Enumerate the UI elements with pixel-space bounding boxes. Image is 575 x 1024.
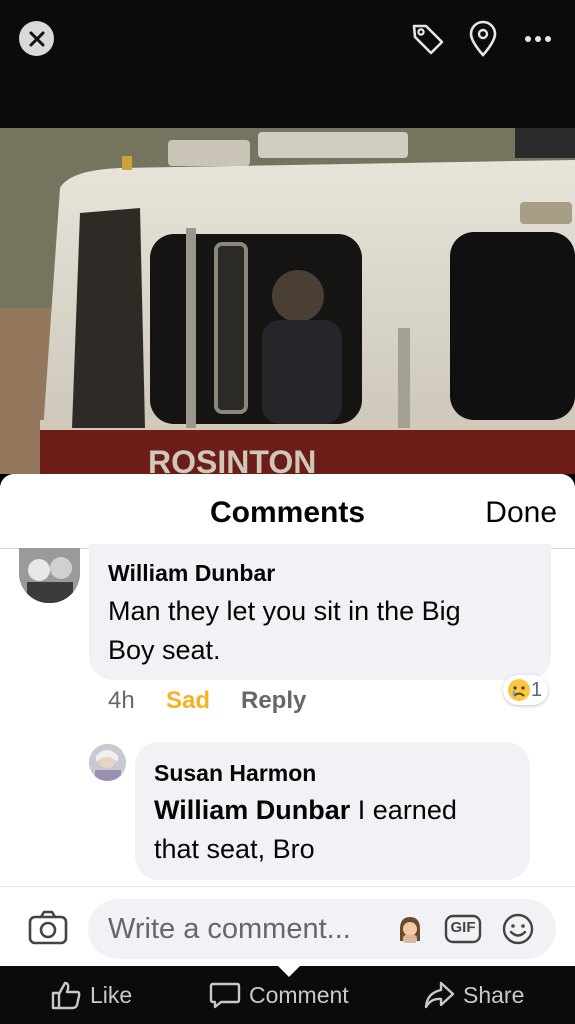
thumbs-up-icon <box>51 981 81 1010</box>
tag-button[interactable] <box>408 19 448 59</box>
fire-truck-photo[interactable]: ROSINTON <box>0 128 575 474</box>
reply-button[interactable]: Reply <box>241 687 306 715</box>
close-button[interactable] <box>19 21 54 56</box>
truck-sign-text: ROSINTON <box>148 444 316 474</box>
reply-text-rest: I earned <box>350 795 457 825</box>
comment-label: Comment <box>249 981 349 1008</box>
reply-bubble[interactable]: Susan Harmon William Dunbar I earned tha… <box>135 742 530 880</box>
tag-icon <box>412 24 444 55</box>
avatar[interactable] <box>89 744 126 781</box>
more-icon <box>525 36 551 42</box>
comment-input-placeholder: Write a comment... <box>108 913 351 945</box>
emoji-icon <box>502 913 534 945</box>
share-label: Share <box>463 981 525 1008</box>
reply-text-line: that seat, Bro <box>154 834 315 864</box>
photo-viewer-topbar <box>0 0 575 128</box>
comment-bubble[interactable]: William Dunbar Man they let you sit in t… <box>89 544 551 680</box>
reply-author[interactable]: Susan Harmon <box>154 760 316 787</box>
reaction-count: 1 <box>531 678 543 701</box>
location-pin-icon <box>469 20 497 57</box>
fire-truck-illustration: ROSINTON <box>0 128 575 474</box>
comment-icon <box>209 982 241 1009</box>
share-button[interactable]: Share <box>423 980 524 1010</box>
like-button[interactable]: Like <box>50 980 132 1010</box>
like-label: Like <box>90 981 133 1008</box>
avatar-photo <box>89 744 126 781</box>
comment-timestamp: 4h <box>108 687 135 714</box>
camera-button[interactable] <box>28 909 68 947</box>
location-button[interactable] <box>463 19 503 59</box>
comment-button[interactable]: Comment <box>209 980 349 1010</box>
share-icon <box>424 981 455 1009</box>
avatar-photo <box>19 548 80 603</box>
reply-text-line: William Dunbar I earned <box>154 791 457 830</box>
sheet-pointer <box>277 965 301 977</box>
comments-header: Comments Done <box>0 474 575 549</box>
avatar-sticker-icon <box>400 917 420 943</box>
more-button[interactable] <box>518 19 558 59</box>
comment-text-line: Man they let you sit in the Big <box>108 596 461 626</box>
gif-label: GIF <box>450 919 476 936</box>
emoji-button[interactable] <box>500 911 536 947</box>
avatar[interactable] <box>19 548 80 603</box>
reaction-count-badge[interactable]: 1 <box>503 675 549 705</box>
sad-reaction-icon <box>508 679 530 701</box>
photo-action-bar: Like Comment Share <box>0 965 575 1024</box>
gif-button[interactable]: GIF <box>443 913 483 945</box>
comment-input[interactable]: Write a comment... GIF <box>88 899 556 959</box>
avatar-sticker-button[interactable] <box>396 915 424 943</box>
done-button[interactable]: Done <box>485 496 557 530</box>
camera-icon <box>28 910 68 945</box>
comments-sheet: Comments Done William Dunbar Man they le… <box>0 474 575 966</box>
sad-reaction-button[interactable]: Sad <box>166 687 210 715</box>
comment-composer: Write a comment... GIF <box>0 886 575 966</box>
mention-link[interactable]: William Dunbar <box>154 795 350 825</box>
close-icon <box>29 31 44 46</box>
comment-text-line: Boy seat. <box>108 635 221 665</box>
comment-author[interactable]: William Dunbar <box>108 560 275 587</box>
